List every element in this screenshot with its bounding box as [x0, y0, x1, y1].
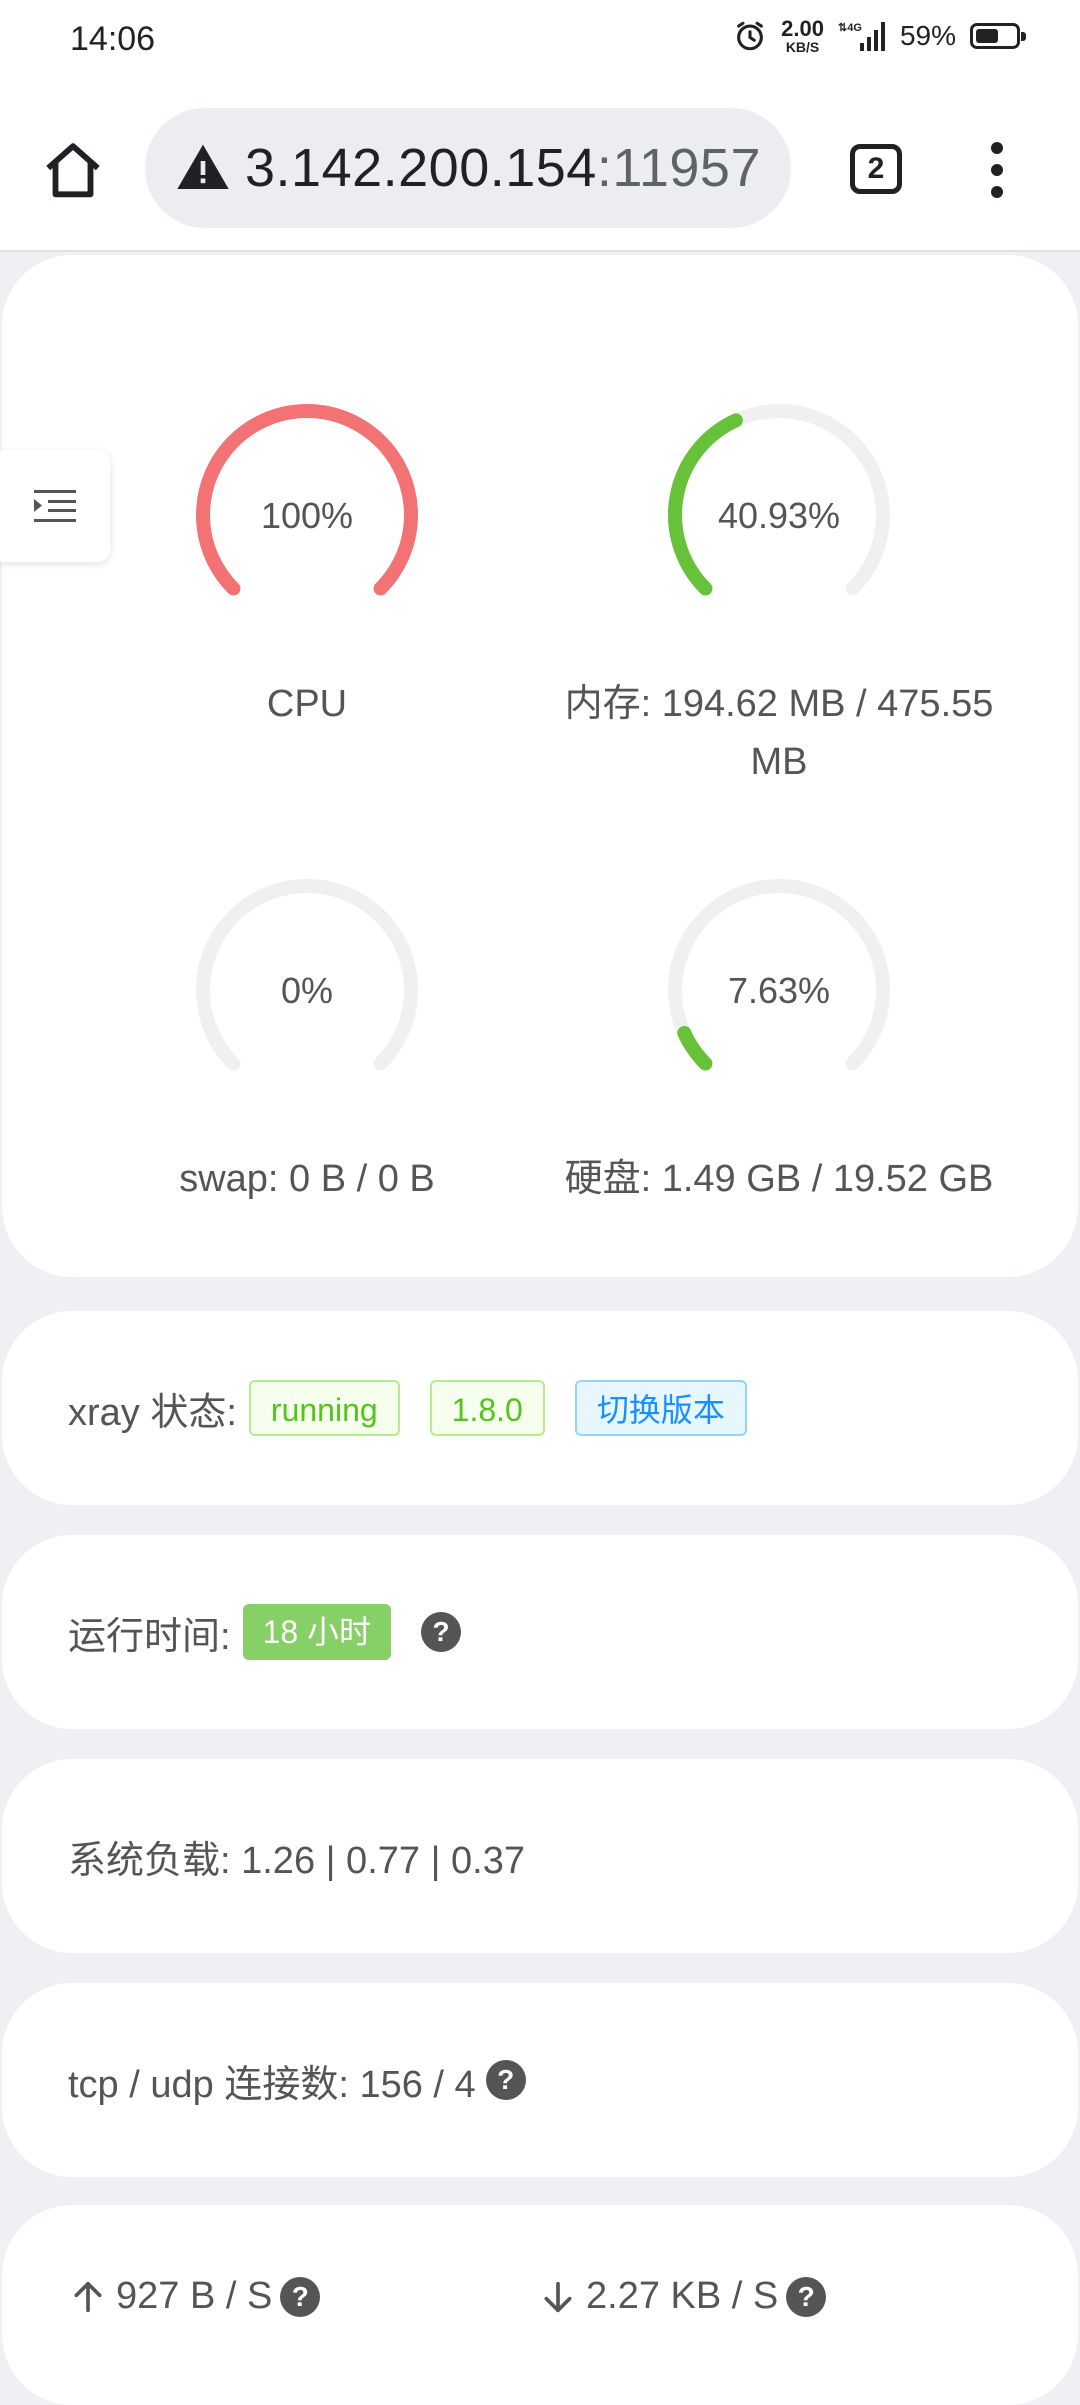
warning-icon[interactable] [175, 140, 231, 196]
uptime-tag: 18 小时 [242, 1604, 392, 1660]
net-speed: 2.00 KB/S [781, 16, 824, 55]
question-icon[interactable]: ? [485, 2060, 526, 2100]
cpu-gauge: 100% [137, 345, 477, 685]
status-time: 14:06 [70, 20, 156, 58]
system-load-text: 系统负载: 1.26 | 0.77 | 0.37 [68, 1839, 525, 1882]
connections-text: tcp / udp 连接数: 156 / 4 [68, 2063, 476, 2106]
cpu-gauge-label: CPU [266, 683, 348, 725]
more-vert-icon[interactable] [985, 142, 1009, 202]
swap-gauge-value: 0% [280, 970, 334, 1011]
swap-gauge-label: swap: 0 B / 0 B [179, 1158, 435, 1200]
url-text: 3.142.200.154:11957 [245, 137, 761, 199]
system-gauges-card: 100% CPU 40.93% 内存: 194.62 MB / 475.55 M… [2, 255, 1078, 1277]
question-icon[interactable]: ? [280, 2276, 321, 2317]
xray-status-card: xray 状态: running 1.8.0 切换版本 [2, 1311, 1078, 1505]
address-bar[interactable]: 3.142.200.154:11957 [145, 108, 791, 228]
disk-gauge: 7.63% [609, 820, 949, 1160]
xray-status-tag: running [248, 1380, 400, 1436]
upload-speed-value: 927 B / S [116, 2275, 273, 2317]
memory-gauge-label: 内存: 194.62 MB / 475.55 MB [564, 683, 994, 783]
url-host: 3.142.200.154 [245, 138, 597, 198]
svg-text:⇅4G: ⇅4G [838, 22, 862, 34]
connections-card: tcp / udp 连接数: 156 / 4 ? [2, 1983, 1078, 2177]
switch-version-button[interactable]: 切换版本 [574, 1380, 747, 1436]
battery-icon [970, 23, 1026, 49]
system-load-card: 系统负载: 1.26 | 0.77 | 0.37 [2, 1759, 1078, 1953]
home-icon[interactable] [38, 136, 108, 206]
swap-gauge: 0% [137, 820, 477, 1160]
disk-gauge-label: 硬盘: 1.49 GB / 19.52 GB [564, 1158, 994, 1200]
signal-icon: ⇅4G [838, 22, 885, 51]
tab-switcher-button[interactable]: 2 [850, 144, 902, 194]
status-bar: 14:06 2.00 KB/S ⇅4G 59% [0, 0, 1080, 82]
arrow-down-icon [544, 2281, 572, 2312]
url-port: :11957 [596, 138, 761, 198]
browser-toolbar: 3.142.200.154:11957 2 [0, 82, 1080, 252]
question-icon[interactable]: ? [421, 1612, 462, 1652]
xray-version-tag: 1.8.0 [429, 1380, 545, 1436]
disk-gauge-value: 7.63% [727, 970, 831, 1011]
cpu-gauge-value: 100% [260, 495, 354, 536]
uptime-label: 运行时间: [68, 1615, 231, 1658]
memory-gauge: 40.93% [609, 345, 949, 685]
xray-status-label: xray 状态: [68, 1391, 237, 1434]
network-speed-card: 927 B / S ? 2.27 KB / S ? [2, 2205, 1078, 2405]
alarm-icon [737, 21, 764, 51]
uptime-card: 运行时间: 18 小时 ? [2, 1535, 1078, 1729]
arrow-up-icon [74, 2281, 102, 2312]
download-speed: 2.27 KB / S ? [538, 2275, 827, 2318]
download-speed-value: 2.27 KB / S [586, 2275, 779, 2317]
question-icon[interactable]: ? [786, 2276, 827, 2317]
menu-fold-icon[interactable] [0, 450, 110, 562]
upload-speed: 927 B / S ? [68, 2275, 538, 2318]
gauge-progress-arc [677, 1025, 713, 1071]
memory-gauge-value: 40.93% [717, 495, 841, 536]
battery-percent: 59% [899, 20, 956, 51]
